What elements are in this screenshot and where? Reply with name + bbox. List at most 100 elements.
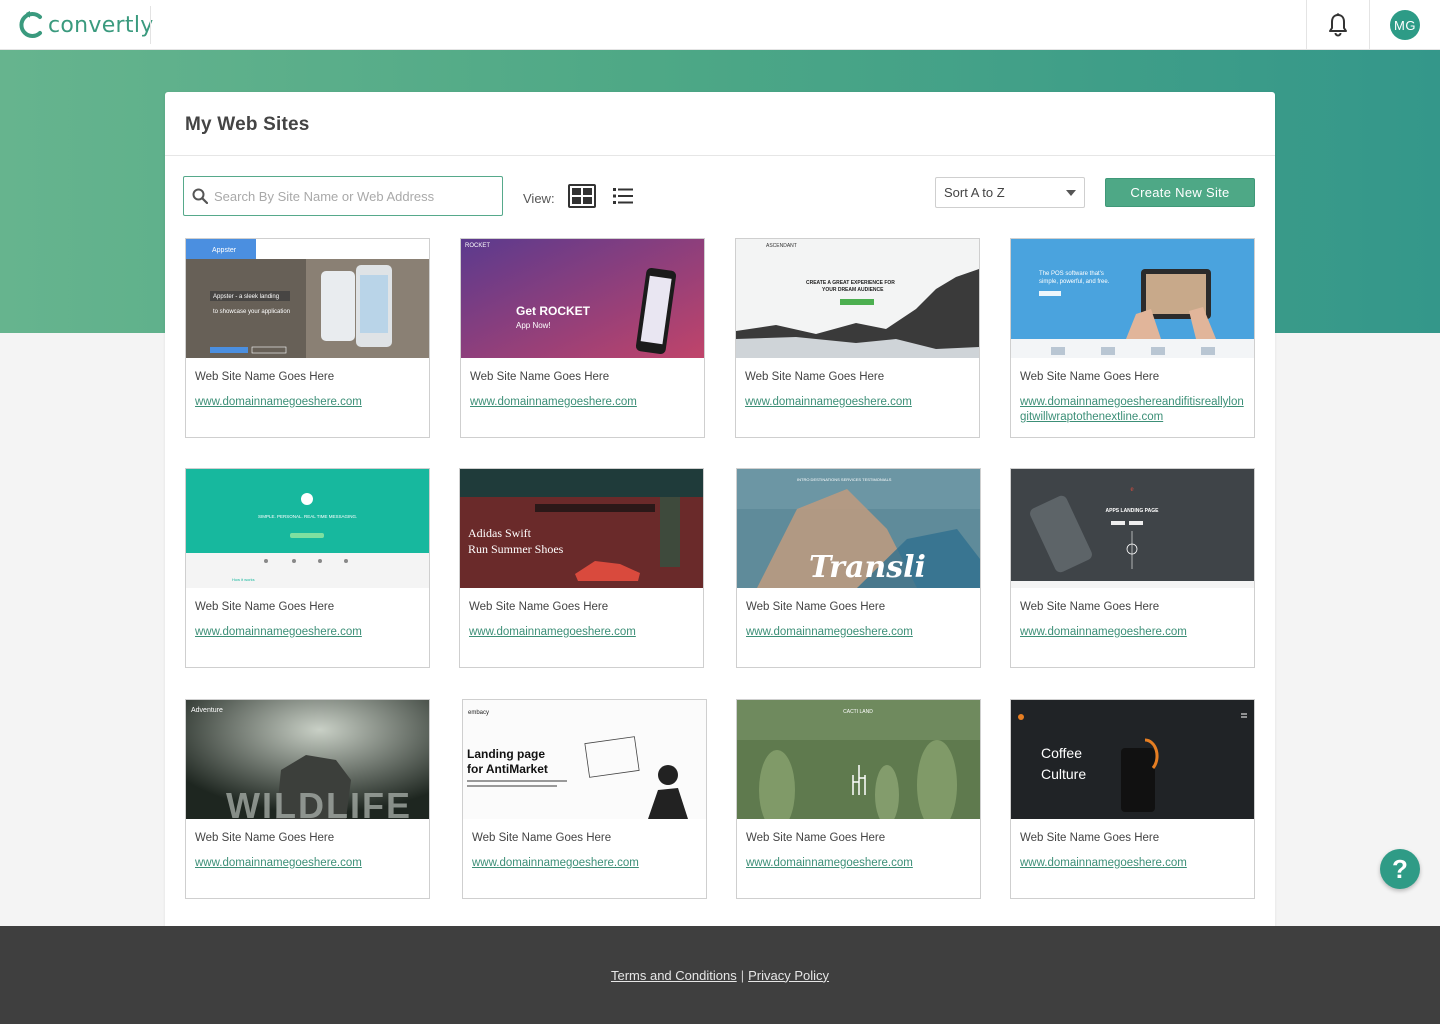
grid-cell: [572, 197, 581, 204]
site-card[interactable]: CACTI LAND Web Site Name Goes Here www.d…: [736, 699, 981, 899]
site-url-link[interactable]: www.domainnamegoeshere.com: [745, 395, 970, 410]
site-card[interactable]: ASCENDANT CREATE A GREAT EXPERIENCE FOR …: [735, 238, 980, 438]
site-thumbnail: The POS software that's simple, powerful…: [1011, 239, 1254, 358]
svg-text:INTRO DESTINATIONS SERVICE: INTRO DESTINATIONS SERVICES TESTIMONIALS: [797, 477, 892, 482]
user-avatar[interactable]: MG: [1390, 10, 1420, 40]
site-card[interactable]: INTRO DESTINATIONS SERVICES TESTIMONIALS…: [736, 468, 981, 668]
svg-text:How it works: How it works: [232, 577, 255, 582]
site-card[interactable]: Coffee Culture Web Site Name Goes Here w…: [1010, 699, 1255, 899]
thumb-title: APPS LANDING PAGE: [1106, 508, 1160, 514]
thumb-brand: Adventure: [191, 707, 223, 714]
thumb-subtitle: Culture: [1041, 766, 1086, 782]
sort-dropdown[interactable]: Sort A to Z: [935, 177, 1085, 208]
site-url-link[interactable]: www.domainnamegoeshere.com: [195, 856, 420, 871]
convertly-logo-icon: [19, 11, 42, 38]
site-name: Web Site Name Goes Here: [746, 601, 886, 613]
site-url-link[interactable]: www.domainnamegoeshere.com: [470, 395, 695, 410]
site-thumbnail: ROCKET Get ROCKET App Now!: [461, 239, 704, 358]
site-name: Web Site Name Goes Here: [195, 601, 335, 613]
terms-link[interactable]: Terms and Conditions: [611, 968, 737, 983]
search-box[interactable]: [183, 176, 503, 216]
thumb-brand: Appster: [212, 247, 237, 254]
search-input[interactable]: [214, 188, 494, 204]
logo-text: convertly: [48, 12, 154, 38]
site-name: Web Site Name Goes Here: [1020, 832, 1160, 844]
svg-text:WILDLIFE: WILDLIFE: [226, 785, 412, 819]
svg-text:The POS software that's: The POS software that's: [1039, 271, 1104, 277]
site-name: Web Site Name Goes Here: [195, 371, 335, 383]
site-url-link[interactable]: www.domainnamegoeshere.com: [746, 625, 971, 640]
site-name: Web Site Name Goes Here: [746, 832, 886, 844]
thumb-title: CACTI LAND: [843, 709, 873, 715]
site-thumbnail: SIMPLE. PERSONAL. REAL TIME MESSAGING. H…: [186, 469, 429, 588]
footer-separator: |: [740, 967, 745, 983]
page-title: My Web Sites: [185, 114, 310, 135]
site-thumbnail: Appster Appster - a sleek landing to sho…: [186, 239, 429, 358]
create-new-site-button[interactable]: Create New Site: [1105, 178, 1255, 207]
thumb-title: Get ROCKET: [516, 304, 591, 318]
svg-text:YOUR DREAM AUDIENCE: YOUR DREAM AUDIENCE: [822, 287, 884, 293]
thumb-subtitle: App Now!: [516, 321, 551, 330]
site-card[interactable]: Adidas Swift Run Summer Shoes Web Site N…: [459, 468, 704, 668]
site-name: Web Site Name Goes Here: [469, 601, 609, 613]
site-card[interactable]: embacy Landing page for AntiMarket Web S…: [462, 699, 707, 899]
svg-text:SIMPLE. PERSONAL. REAL TIME ME: SIMPLE. PERSONAL. REAL TIME MESSAGING.: [258, 514, 357, 519]
thumb-title: Coffee: [1041, 745, 1082, 761]
site-url-link[interactable]: www.domainnamegoeshere.com: [1020, 625, 1245, 640]
thumb-subtitle: for AntiMarket: [467, 762, 548, 776]
site-url-link[interactable]: www.domainnamegoeshereandifitisreallylon…: [1020, 395, 1245, 425]
site-url-link[interactable]: www.domainnamegoeshere.com: [469, 625, 694, 640]
panel-header: My Web Sites: [165, 92, 1275, 156]
grid-cell: [583, 188, 592, 195]
site-name: Web Site Name Goes Here: [1020, 601, 1160, 613]
site-name: Web Site Name Goes Here: [470, 371, 610, 383]
site-thumbnail: ASCENDANT CREATE A GREAT EXPERIENCE FOR …: [736, 239, 979, 358]
svg-text:Appster - a sleek landing: Appster - a sleek landing: [213, 294, 279, 300]
site-name: Web Site Name Goes Here: [745, 371, 885, 383]
site-card[interactable]: ROCKET Get ROCKET App Now! Web Site Name…: [460, 238, 705, 438]
site-url-link[interactable]: www.domainnamegoeshere.com: [746, 856, 971, 871]
list-view-button[interactable]: [613, 187, 633, 205]
page-footer: Terms and Conditions | Privacy Policy: [0, 926, 1440, 1024]
site-url-link[interactable]: www.domainnamegoeshere.com: [195, 395, 420, 410]
site-thumbnail: Coffee Culture: [1011, 700, 1254, 819]
privacy-link[interactable]: Privacy Policy: [748, 968, 829, 983]
thumb-title: Adidas Swift: [468, 526, 532, 540]
site-card[interactable]: The POS software that's simple, powerful…: [1010, 238, 1255, 438]
site-thumbnail: embacy Landing page for AntiMarket: [463, 700, 706, 819]
thumb-brand: ROCKET: [465, 243, 490, 249]
list-icon: [613, 188, 633, 204]
caret-down-icon: [1066, 190, 1076, 196]
thumb-subtitle: Run Summer Shoes: [468, 542, 564, 556]
help-button[interactable]: ?: [1380, 849, 1420, 889]
svg-text:to showcase your application: to showcase your application: [213, 309, 290, 315]
site-url-link[interactable]: www.domainnamegoeshere.com: [1020, 856, 1245, 871]
site-card[interactable]: SIMPLE. PERSONAL. REAL TIME MESSAGING. H…: [185, 468, 430, 668]
grid-cell: [583, 197, 592, 204]
view-label: View:: [523, 191, 555, 206]
site-thumbnail: Adventure WILDLIFE: [186, 700, 429, 819]
svg-text:CREATE A GREAT EXPERIENCE FOR: CREATE A GREAT EXPERIENCE FOR: [806, 280, 895, 286]
site-card[interactable]: e APPS LANDING PAGE Web Site Name Goes H…: [1010, 468, 1255, 668]
thumb-brand: embacy: [468, 710, 489, 716]
convertly-logo[interactable]: convertly: [18, 8, 154, 42]
svg-text:simple, powerful, and free.: simple, powerful, and free.: [1039, 279, 1110, 285]
svg-text:e: e: [1130, 485, 1133, 493]
grid-cell: [572, 188, 581, 195]
site-thumbnail: INTRO DESTINATIONS SERVICES TESTIMONIALS…: [737, 469, 980, 588]
top-navigation-bar: convertly MG: [0, 0, 1440, 50]
logo-divider: [150, 6, 151, 44]
site-card[interactable]: Appster Appster - a sleek landing to sho…: [185, 238, 430, 438]
site-thumbnail: Adidas Swift Run Summer Shoes: [460, 469, 703, 588]
thumb-brand: ASCENDANT: [766, 243, 797, 249]
site-name: Web Site Name Goes Here: [195, 832, 335, 844]
site-card[interactable]: Adventure WILDLIFE Web Site Name Goes He…: [185, 699, 430, 899]
site-url-link[interactable]: www.domainnamegoeshere.com: [472, 856, 697, 871]
grid-view-button[interactable]: [568, 184, 596, 208]
site-thumbnail: CACTI LAND: [737, 700, 980, 819]
notifications-button[interactable]: [1306, 0, 1370, 50]
search-icon: [192, 188, 208, 204]
sort-value: Sort A to Z: [944, 185, 1005, 200]
site-url-link[interactable]: www.domainnamegoeshere.com: [195, 625, 420, 640]
thumb-title: Landing page: [467, 747, 545, 761]
